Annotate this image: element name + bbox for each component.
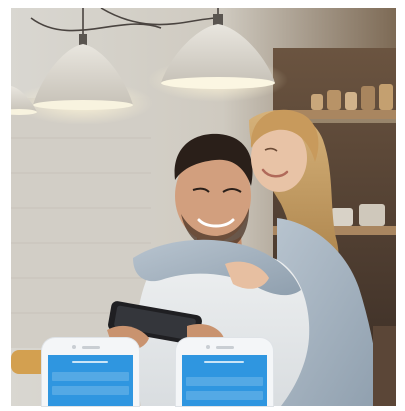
speaker-slot (81, 346, 100, 349)
app-screen-blue (48, 355, 133, 406)
speaker-slot (215, 346, 234, 349)
camera-dot (206, 345, 210, 349)
phone-mockup-left (42, 338, 139, 406)
phone-mockup-right (176, 338, 273, 406)
camera-dot (72, 345, 76, 349)
app-screen-blue (182, 355, 267, 406)
